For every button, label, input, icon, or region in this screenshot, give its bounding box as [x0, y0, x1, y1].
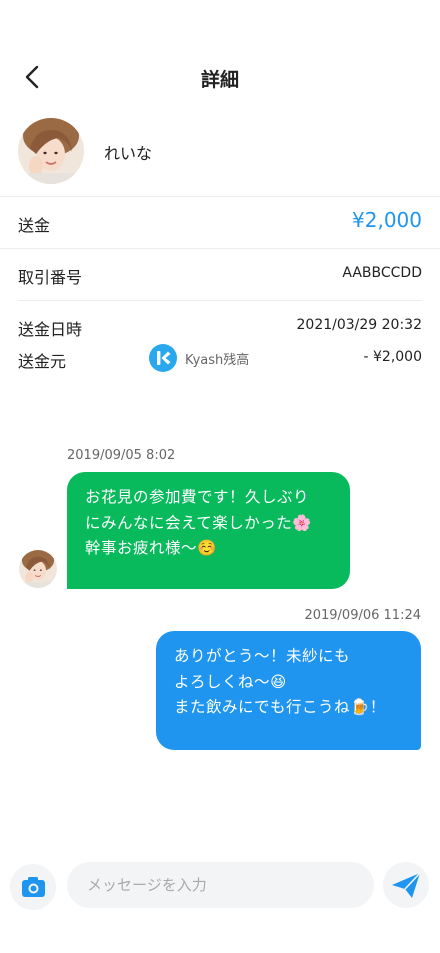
datetime-row: 送金日時 2021/03/29 20:32 — [18, 312, 422, 342]
send-icon — [392, 872, 421, 898]
transfer-type-label: 送金 — [18, 216, 51, 235]
message-input[interactable] — [67, 862, 374, 908]
message-line: お花見の参加費です！久しぶり — [85, 488, 310, 506]
divider — [0, 248, 440, 249]
datetime-label: 送金日時 — [18, 320, 83, 339]
recipient-name: れいな — [104, 144, 153, 163]
message-composer — [0, 862, 440, 910]
transaction-id-label: 取引番号 — [18, 268, 83, 287]
transaction-id-value: AABBCCDD — [342, 265, 422, 281]
message-bubble-incoming: お花見の参加費です！久しぶり にみんなに会えて楽しかった🌸 幹事お疲れ様〜☺️ — [67, 472, 350, 589]
message-timestamp: 2019/09/06 11:24 — [304, 608, 421, 623]
source-amount: - ¥2,000 — [363, 349, 423, 365]
send-button[interactable] — [383, 862, 429, 908]
message-line: よろしくね〜😆 — [174, 672, 287, 691]
amount-row: 送金 ¥2,000 — [18, 208, 422, 238]
header: 詳細 — [0, 52, 440, 102]
source-name: Kyash残高 — [185, 352, 250, 368]
avatar — [19, 550, 57, 588]
page-title: 詳細 — [200, 69, 239, 91]
camera-button[interactable] — [10, 864, 56, 910]
avatar — [18, 118, 84, 184]
transfer-amount: ¥2,000 — [352, 208, 422, 232]
message-timestamp: 2019/09/05 8:02 — [67, 448, 176, 463]
divider — [0, 196, 440, 197]
message-line: また飲みにでも行こうね🍺！ — [174, 698, 386, 717]
camera-icon — [22, 877, 45, 897]
source-account: Kyash残高 — [149, 344, 249, 372]
source-label: 送金元 — [18, 352, 67, 371]
kyash-logo-icon — [149, 344, 177, 372]
message-line: にみんなに会えて楽しかった🌸 — [85, 513, 313, 532]
message-line: ありがとう〜！未紗にも — [174, 647, 351, 665]
recipient-profile[interactable]: れいな — [18, 118, 418, 184]
transaction-id-row: 取引番号 AABBCCDD — [18, 260, 422, 290]
source-row: 送金元 Kyash残高 - ¥2,000 — [18, 344, 422, 374]
datetime-value: 2021/03/29 20:32 — [296, 317, 423, 333]
divider — [18, 300, 422, 301]
message-line: 幹事お疲れ様〜☺️ — [85, 539, 217, 558]
message-bubble-outgoing: ありがとう〜！未紗にも よろしくね〜😆 また飲みにでも行こうね🍺！ — [156, 631, 421, 750]
